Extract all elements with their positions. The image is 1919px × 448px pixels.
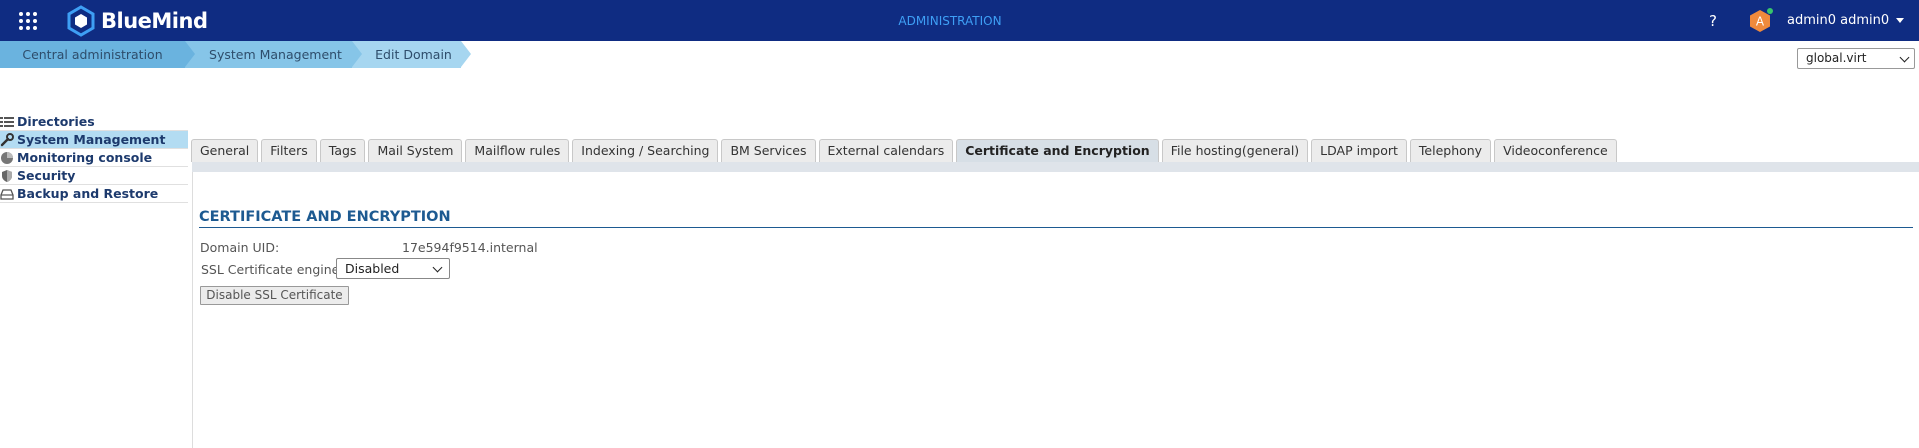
tab-bm-services[interactable]: BM Services [721,139,816,162]
sidebar-item-label: Monitoring console [17,150,153,165]
shield-icon [2,169,12,182]
breadcrumb: Central administration System Management… [0,41,471,68]
ssl-engine-select-value: Disabled [345,261,400,276]
user-menu-caret-icon[interactable] [1896,18,1904,23]
breadcrumb-system-management[interactable]: System Management [185,41,362,68]
chevron-down-icon [1899,52,1910,63]
sidebar-divider [192,172,193,448]
sidebar-item-monitoring-console[interactable]: Monitoring console [0,149,188,167]
tab-telephony[interactable]: Telephony [1409,139,1492,162]
drive-icon [0,188,14,200]
list-icon [0,116,14,127]
tab-tags[interactable]: Tags [319,139,366,162]
avatar[interactable]: A [1749,8,1773,33]
sidebar-item-label: Backup and Restore [17,186,159,201]
top-bar: BlueMind ADMINISTRATION ? A admin0 admin… [0,0,1919,41]
sidebar-item-security[interactable]: Security [0,167,188,185]
breadcrumb-edit-domain[interactable]: Edit Domain [352,41,471,68]
section-divider [199,227,1913,228]
domain-uid-label: Domain UID: [200,240,280,255]
tab-general[interactable]: General [191,139,259,162]
tab-bar: General Filters Tags Mail System Mailflo… [191,139,1620,162]
sidebar: Directories System Management Monitoring… [0,113,188,203]
disable-ssl-certificate-button[interactable]: Disable SSL Certificate [200,286,349,305]
page-title: ADMINISTRATION [898,14,1002,28]
tab-mailflow-rules[interactable]: Mailflow rules [465,139,570,162]
ssl-engine-select[interactable]: Disabled [336,258,450,279]
chevron-down-icon [432,262,443,273]
wrench-icon [0,132,14,146]
tab-mail-system[interactable]: Mail System [368,139,463,162]
section-title: CERTIFICATE AND ENCRYPTION [199,209,451,225]
pie-chart-icon [1,151,13,164]
tab-strip [192,162,1919,172]
user-name[interactable]: admin0 admin0 [1787,13,1889,28]
tab-file-hosting[interactable]: File hosting(general) [1161,139,1309,162]
tab-ldap-import[interactable]: LDAP import [1311,139,1407,162]
tab-filters[interactable]: Filters [261,139,317,162]
sidebar-item-system-management[interactable]: System Management [0,131,188,149]
sidebar-item-label: System Management [17,132,166,147]
domain-select[interactable]: global.virt [1797,48,1915,69]
domain-select-value: global.virt [1806,51,1867,65]
help-button[interactable]: ? [1709,12,1717,30]
tab-external-calendars[interactable]: External calendars [818,139,954,162]
breadcrumb-central-administration[interactable]: Central administration [0,41,195,68]
sidebar-item-backup-and-restore[interactable]: Backup and Restore [0,185,188,203]
sidebar-item-label: Directories [17,114,95,129]
tab-videoconference[interactable]: Videoconference [1494,139,1617,162]
tab-certificate-and-encryption[interactable]: Certificate and Encryption [956,139,1159,162]
domain-uid-value: 17e594f9514.internal [402,240,538,255]
tab-indexing-searching[interactable]: Indexing / Searching [572,139,719,162]
ssl-engine-label: SSL Certificate engine [201,262,340,277]
sidebar-item-directories[interactable]: Directories [0,113,188,131]
online-status-dot [1767,8,1773,14]
sidebar-item-label: Security [17,168,76,183]
svg-text:A: A [1756,15,1765,29]
